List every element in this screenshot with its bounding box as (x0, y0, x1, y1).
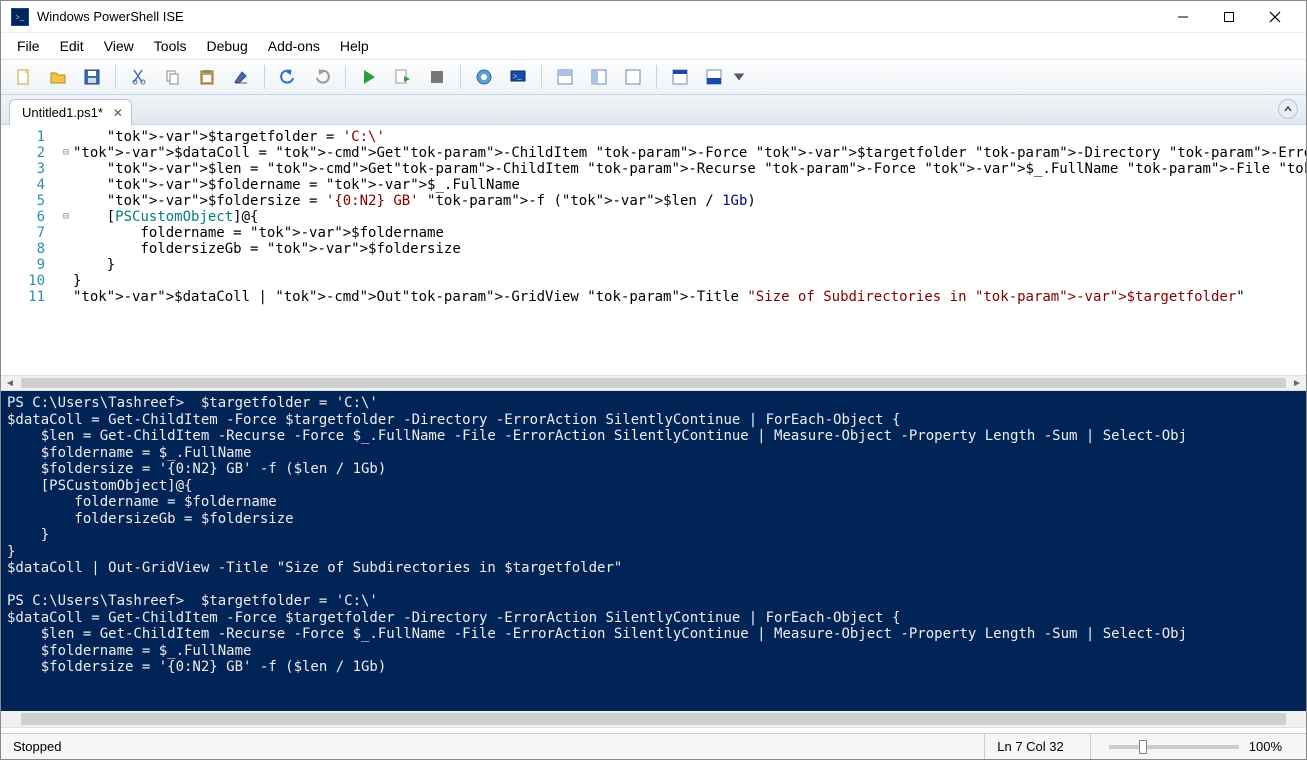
save-button[interactable] (75, 62, 109, 92)
zoom-slider[interactable] (1109, 745, 1239, 749)
file-tab[interactable]: Untitled1.ps1* ✕ (9, 99, 132, 125)
run-selection-icon (394, 68, 412, 86)
scroll-left-icon[interactable]: ◄ (1, 376, 19, 390)
menu-edit[interactable]: Edit (50, 35, 94, 57)
menu-view[interactable]: View (94, 35, 144, 57)
run-selection-button[interactable] (386, 62, 420, 92)
layout3-icon (624, 68, 642, 86)
script-editor[interactable]: 1234567891011 ⊟⊟ "tok">-var">$targetfold… (1, 125, 1306, 375)
stop-icon (428, 68, 446, 86)
line-gutter: 1234567891011 (1, 125, 59, 375)
zoom-label: 100% (1249, 739, 1282, 754)
command-pane-button[interactable] (697, 62, 731, 92)
menu-tools[interactable]: Tools (144, 35, 197, 57)
console-horizontal-scrollbar[interactable] (1, 711, 1306, 727)
layout2-button[interactable] (582, 62, 616, 92)
menu-add-ons[interactable]: Add-ons (258, 35, 330, 57)
status-bar: Stopped Ln 7 Col 32 100% (1, 733, 1306, 759)
fold-column[interactable]: ⊟⊟ (59, 125, 73, 375)
clear-button[interactable] (224, 62, 258, 92)
layout2-icon (590, 68, 608, 86)
menu-help[interactable]: Help (330, 35, 379, 57)
cut-button[interactable] (122, 62, 156, 92)
paste-icon (198, 68, 216, 86)
undo-icon (279, 68, 297, 86)
minimize-button[interactable] (1160, 2, 1206, 32)
open-icon (49, 68, 67, 86)
toolbar: >_ (1, 59, 1306, 95)
code-area[interactable]: "tok">-var">$targetfolder = 'C:\'"tok">-… (73, 125, 1306, 375)
tab-strip: Untitled1.ps1* ✕ (1, 95, 1306, 125)
menu-debug[interactable]: Debug (196, 35, 257, 57)
new-icon (15, 68, 33, 86)
undo-button[interactable] (271, 62, 305, 92)
collapse-script-pane-icon[interactable] (1278, 99, 1298, 119)
tab-close-icon[interactable]: ✕ (111, 106, 125, 120)
menu-file[interactable]: File (7, 35, 50, 57)
svg-text:>_: >_ (513, 72, 523, 81)
redo-button[interactable] (305, 62, 339, 92)
script-pane-icon (671, 68, 689, 86)
layout1-icon (556, 68, 574, 86)
layout1-button[interactable] (548, 62, 582, 92)
clear-icon (232, 68, 250, 86)
window-title: Windows PowerShell ISE (37, 9, 1160, 24)
titlebar: >_ Windows PowerShell ISE (1, 1, 1306, 33)
svg-text:>_: >_ (16, 13, 26, 22)
console-pane[interactable]: PS C:\Users\Tashreef> $targetfolder = 'C… (1, 391, 1306, 711)
scroll-thumb[interactable] (21, 378, 1286, 388)
layout3-button[interactable] (616, 62, 650, 92)
tab-label: Untitled1.ps1* (22, 105, 103, 120)
app-icon: >_ (11, 8, 29, 26)
save-icon (83, 68, 101, 86)
breakpoint-button[interactable] (467, 62, 501, 92)
command-pane-icon (705, 68, 723, 86)
stop-button[interactable] (420, 62, 454, 92)
run-icon (360, 68, 378, 86)
close-button[interactable] (1252, 2, 1298, 32)
redo-icon (313, 68, 331, 86)
script-pane-button[interactable] (663, 62, 697, 92)
run-button[interactable] (352, 62, 386, 92)
zoom-knob[interactable] (1139, 740, 1147, 754)
maximize-button[interactable] (1206, 2, 1252, 32)
scroll-right-icon[interactable]: ► (1288, 376, 1306, 390)
breakpoint-icon (475, 68, 493, 86)
open-button[interactable] (41, 62, 75, 92)
toolbar-overflow-button[interactable] (731, 62, 747, 92)
cut-icon (130, 68, 148, 86)
scroll-thumb[interactable] (21, 713, 1286, 725)
copy-icon (164, 68, 182, 86)
new-button[interactable] (7, 62, 41, 92)
paste-button[interactable] (190, 62, 224, 92)
status-position: Ln 7 Col 32 (984, 734, 1076, 759)
zoom-control[interactable]: 100% (1090, 734, 1294, 759)
remote-button[interactable]: >_ (501, 62, 535, 92)
remote-icon: >_ (509, 68, 527, 86)
editor-horizontal-scrollbar[interactable]: ◄ ► (1, 375, 1306, 391)
copy-button[interactable] (156, 62, 190, 92)
menubar: FileEditViewToolsDebugAdd-onsHelp (1, 33, 1306, 59)
status-state: Stopped (13, 739, 61, 754)
